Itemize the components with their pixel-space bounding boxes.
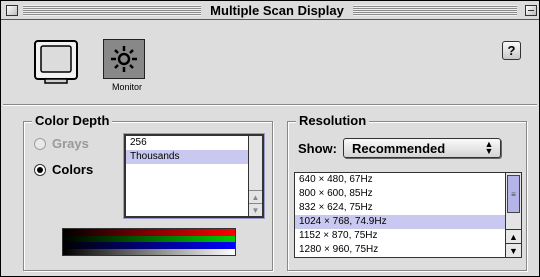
show-row: Show: Recommended ▲ ▼: [298, 138, 501, 158]
panel-icon-area: Monitor ?: [9, 25, 531, 97]
resolution-list[interactable]: 640 × 480, 67Hz 800 × 600, 85Hz 832 × 62…: [294, 172, 522, 258]
resolution-group: Resolution Show: Recommended ▲ ▼ 640 × 48…: [287, 113, 527, 271]
colors-radio[interactable]: Colors: [34, 162, 93, 177]
color-depth-list[interactable]: 256 Thousands ▲ ▼: [124, 134, 264, 218]
list-item[interactable]: 256: [126, 136, 262, 150]
brightness-icon: [103, 39, 145, 79]
scroll-up-arrow-icon[interactable]: ▲: [249, 190, 262, 203]
grays-label: Grays: [52, 136, 89, 151]
depth-scrollbar[interactable]: ▲ ▼: [248, 136, 262, 216]
colors-label: Colors: [52, 162, 94, 177]
list-item[interactable]: 800 × 600, 85Hz: [295, 187, 521, 201]
monitor-control-button[interactable]: Monitor: [95, 39, 159, 92]
resolution-label: Resolution: [296, 113, 370, 128]
list-item[interactable]: 1152 × 870, 75Hz: [295, 229, 521, 243]
list-item[interactable]: 832 × 624, 75Hz: [295, 201, 521, 215]
monitor-display-icon[interactable]: [33, 39, 79, 85]
close-box[interactable]: [6, 5, 18, 16]
list-item[interactable]: 640 × 480, 67Hz: [295, 173, 521, 187]
scroll-up-arrow-icon[interactable]: ▲: [506, 229, 521, 243]
scroll-thumb[interactable]: ≡: [507, 175, 520, 213]
list-item[interactable]: Thousands: [126, 150, 262, 164]
grays-radio[interactable]: Grays: [34, 136, 89, 151]
color-gradient-preview: [62, 228, 236, 256]
show-label: Show:: [298, 140, 337, 156]
show-popup-menu[interactable]: Recommended ▲ ▼: [343, 138, 501, 158]
window-title: Multiple Scan Display: [201, 3, 353, 18]
help-icon: ?: [507, 43, 516, 58]
title-stripes-left: [23, 5, 201, 16]
resolution-scrollbar[interactable]: ≡ ▲ ▼: [505, 173, 521, 257]
control-panel-window: Multiple Scan Display Monitor ? Color De…: [0, 0, 540, 277]
show-popup-value: Recommended: [352, 140, 446, 156]
scroll-down-arrow-icon[interactable]: ▼: [249, 203, 262, 216]
colors-radio-dot: [34, 163, 46, 176]
gradient-gray: [63, 248, 235, 255]
title-bar[interactable]: Multiple Scan Display: [1, 1, 539, 20]
section-divider: [3, 104, 537, 106]
help-button[interactable]: ?: [502, 41, 521, 60]
scroll-down-arrow-icon[interactable]: ▼: [506, 243, 521, 257]
collapse-box[interactable]: [525, 5, 537, 16]
list-item[interactable]: 1024 × 768, 74.9Hz: [295, 215, 521, 229]
title-stripes-right: [353, 5, 517, 16]
color-depth-group: Color Depth Grays Colors 256 Thousands ▲…: [23, 113, 273, 271]
grays-radio-dot: [34, 137, 46, 150]
list-item[interactable]: 1280 × 960, 75Hz: [295, 243, 521, 257]
popup-arrows-icon: ▲ ▼: [484, 139, 494, 156]
color-depth-label: Color Depth: [32, 113, 113, 128]
monitor-caption: Monitor: [111, 82, 142, 92]
